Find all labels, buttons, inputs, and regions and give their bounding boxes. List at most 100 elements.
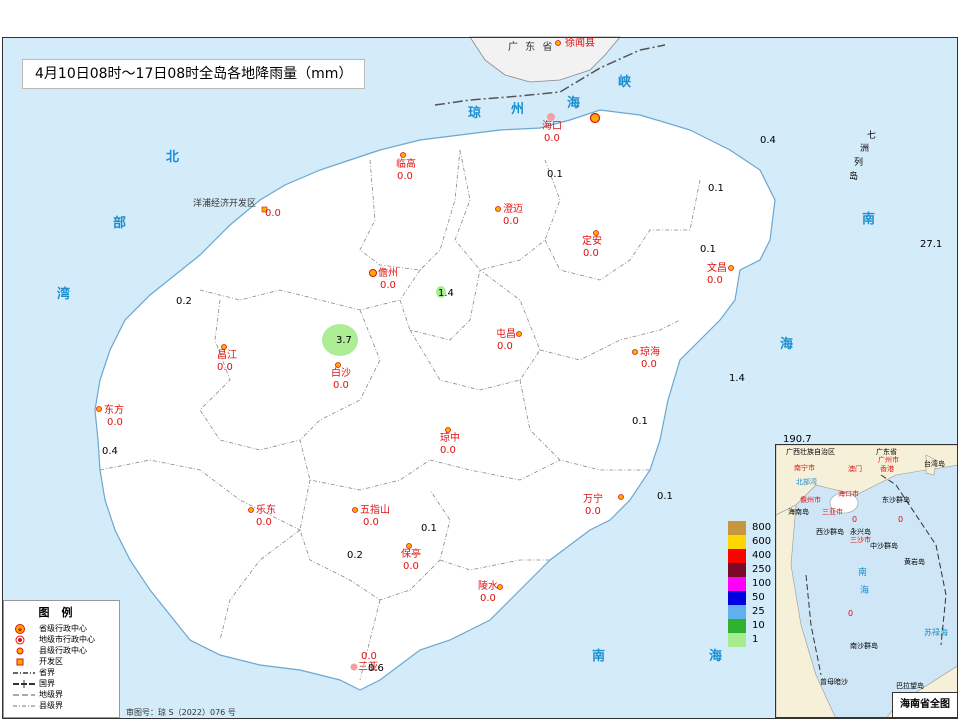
county-marker [406, 543, 412, 549]
inset-label: 海口市 [838, 490, 859, 498]
svg-text:★: ★ [17, 626, 23, 634]
label-guangdong: 广 东 省 [508, 42, 555, 53]
beibu-label-1: 北 [166, 150, 180, 165]
county-marker [221, 344, 227, 350]
inset-label: 台湾岛 [924, 460, 945, 468]
nanhai-label-1: 南 [862, 212, 876, 227]
inset-label: 东沙群岛 [882, 496, 910, 504]
legend-item: 省界 [12, 667, 55, 678]
legend-item: 县级行政中心 [12, 645, 87, 656]
city-value-haikou: 0.0 [544, 133, 560, 144]
inset-map: 广西壮族自治区 广东省 台湾岛 南宁市 广州市 澳门 香港 北部湾 海口市 儋州… [775, 444, 958, 718]
station-value: 0.1 [421, 523, 437, 534]
county-marker [96, 406, 102, 412]
scale-swatch [728, 577, 746, 591]
inset-label: 南沙群岛 [850, 642, 878, 650]
county-marker [352, 507, 358, 513]
legend-item: 国界 [12, 678, 55, 689]
county-dot-icon [12, 646, 36, 656]
county-border-icon [12, 701, 36, 711]
city-value-tunchang: 0.0 [497, 341, 513, 352]
scale-label: 1 [752, 634, 759, 645]
county-marker [728, 265, 734, 271]
inset-label: 曾母暗沙 [820, 678, 848, 686]
nanhai-label-2: 海 [780, 337, 794, 352]
devzone-square-icon [12, 657, 36, 667]
city-name-lingshui: 陵水 [478, 581, 498, 592]
nanhai-bottom-2: 海 [709, 649, 723, 664]
county-marker [632, 349, 638, 355]
city-name-dingan: 定安 [582, 236, 602, 247]
map-legend: 图例 ★ 省级行政中心 地级市行政中心 县级行政中心 开发区 省界 国界 地级界 … [3, 600, 120, 718]
station-value: 0.2 [176, 296, 192, 307]
scale-label: 10 [752, 620, 765, 631]
station-value: 0.1 [700, 244, 716, 255]
city-name-yangpu: 洋浦经济开发区 [193, 199, 257, 209]
city-marker [547, 113, 555, 121]
city-value-chengmai: 0.0 [503, 216, 519, 227]
approval-number: 审图号：琼 S（2022）076 号 [126, 708, 236, 717]
scale-swatch [728, 633, 746, 647]
provincial-capital-marker [589, 112, 601, 124]
county-marker [248, 507, 254, 513]
county-marker [593, 230, 599, 236]
city-name-baoting: 保亭 [401, 549, 421, 560]
city-value-wenchang: 0.0 [707, 275, 723, 286]
strait-label-4: 峡 [618, 75, 632, 90]
inset-label: 三沙市 [850, 536, 871, 544]
nanhai-bottom-1: 南 [592, 649, 606, 664]
inset-label: 儋州市 [800, 496, 821, 504]
station-value: 27.1 [920, 239, 943, 250]
inset-label: 0 [852, 515, 858, 524]
station-value: 0.6 [368, 663, 384, 674]
inset-label: 海南岛 [788, 508, 809, 516]
station-value: 0.4 [102, 446, 118, 457]
city-value-baoting: 0.0 [403, 561, 419, 572]
station-value: 0.1 [708, 183, 724, 194]
city-value-dingan: 0.0 [583, 248, 599, 259]
city-marker [369, 269, 377, 277]
city-name-ledong: 乐东 [256, 505, 276, 516]
city-value-ledong: 0.0 [256, 517, 272, 528]
station-value: 0.4 [760, 135, 776, 146]
scale-swatch [728, 549, 746, 563]
county-marker [335, 362, 341, 368]
city-name-haikou: 海口 [542, 121, 562, 132]
city-marker [350, 663, 358, 671]
city-value-baisha: 0.0 [333, 380, 349, 391]
province-border-icon [12, 668, 36, 678]
inset-label: 香港 [880, 465, 894, 473]
scale-label: 50 [752, 592, 765, 603]
legend-item: ★ 省级行政中心 [12, 623, 87, 634]
station-value: 1.4 [438, 288, 454, 299]
scale-label: 25 [752, 606, 765, 617]
scale-label: 250 [752, 564, 772, 575]
city-value-wuzhishan: 0.0 [363, 517, 379, 528]
county-marker [555, 40, 561, 46]
inset-label: 黄岩岛 [904, 558, 925, 566]
city-circle-icon [12, 635, 36, 645]
strait-label-1: 琼 [468, 106, 482, 121]
inset-label: 广西壮族自治区 [786, 448, 835, 456]
qizhou-label-1: 七 [867, 131, 877, 141]
city-value-wanning: 0.0 [585, 506, 601, 517]
county-marker [400, 152, 406, 158]
city-name-chengmai: 澄迈 [503, 204, 523, 215]
inset-label: 海 [860, 586, 870, 596]
inset-title: 海南省全图 [892, 692, 957, 717]
legend-item: 县级界 [12, 700, 63, 711]
scale-label: 100 [752, 578, 772, 589]
star-icon: ★ [12, 623, 36, 634]
city-name-dongfang: 东方 [104, 405, 124, 416]
inset-label: 澳门 [848, 465, 862, 473]
inset-label: 中沙群岛 [870, 542, 898, 550]
scale-swatch [728, 563, 746, 577]
beibu-label-3: 湾 [57, 287, 71, 302]
inset-label: 西沙群岛 [816, 528, 844, 536]
strait-label-2: 州 [511, 102, 525, 117]
station-value: 0.1 [657, 491, 673, 502]
station-value: 1.4 [729, 373, 745, 384]
station-value: 0.1 [547, 169, 563, 180]
label-xuwen: 徐闻县 [565, 38, 595, 49]
qizhou-label-2: 洲 [860, 144, 870, 154]
